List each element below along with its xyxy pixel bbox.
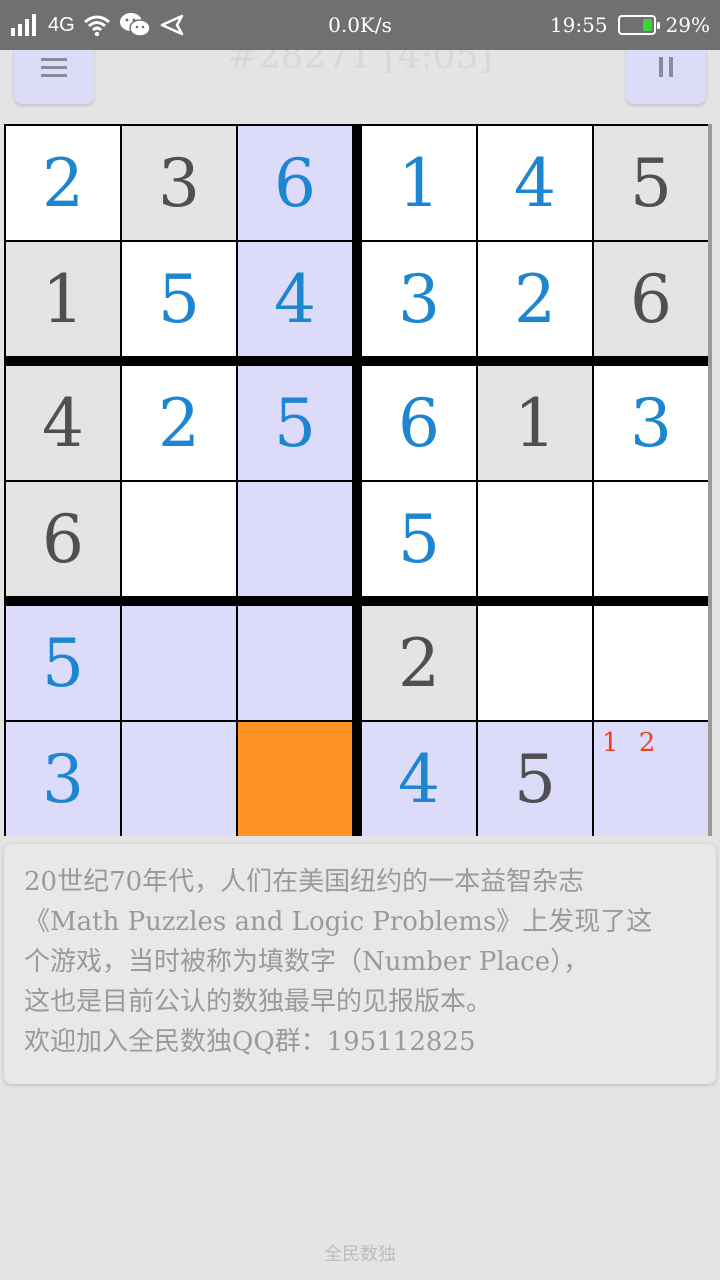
cell-value: 6 [630, 260, 672, 338]
grid-right-edge [708, 124, 712, 836]
info-line-5: 欢迎加入全民数独QQ群：195112825 [24, 1027, 476, 1057]
sudoku-cell-r6c6[interactable]: 1 2 [594, 722, 708, 836]
cell-value: 1 [398, 144, 440, 222]
pause-icon [659, 57, 673, 77]
sudoku-cell-r1c4[interactable]: 1 [362, 126, 476, 240]
cell-value: 6 [42, 500, 84, 578]
sudoku-cell-r5c2[interactable] [122, 606, 236, 720]
sudoku-cell-r3c2[interactable]: 2 [122, 366, 236, 480]
sudoku-cell-r2c4[interactable]: 3 [362, 242, 476, 356]
sudoku-cell-r4c1[interactable]: 6 [6, 482, 120, 596]
cell-value: 1 [42, 260, 84, 338]
info-panel: 20世纪70年代，人们在美国纽约的一本益智杂志 《Math Puzzles an… [4, 844, 716, 1084]
sudoku-cell-r6c3[interactable] [238, 722, 352, 836]
sudoku-cell-r5c5[interactable] [478, 606, 592, 720]
cell-value: 3 [398, 260, 440, 338]
sudoku-cell-r1c3[interactable]: 6 [238, 126, 352, 240]
sudoku-cell-r6c1[interactable]: 3 [6, 722, 120, 836]
cell-value: 1 [514, 384, 556, 462]
cell-value: 3 [42, 740, 84, 818]
sudoku-cell-r2c1[interactable]: 1 [6, 242, 120, 356]
info-line-3: 个游戏，当时被称为填数字（Number Place）， [24, 947, 590, 977]
status-bar: 4G 0.0K/s 19:55 29% [0, 0, 720, 50]
sudoku-cell-r2c5[interactable]: 2 [478, 242, 592, 356]
battery-icon [617, 15, 660, 35]
cell-value: 3 [630, 384, 672, 462]
cell-value: 6 [398, 384, 440, 462]
sudoku-cell-r3c1[interactable]: 4 [6, 366, 120, 480]
battery-percent: 29% [665, 13, 710, 37]
sudoku-cell-r6c2[interactable] [122, 722, 236, 836]
cell-value: 6 [274, 144, 316, 222]
cell-value: 5 [274, 384, 316, 462]
cell-value: 5 [630, 144, 672, 222]
cell-value: 4 [42, 384, 84, 462]
info-line-2: 《Math Puzzles and Logic Problems》上发现了这 [24, 907, 653, 937]
status-right: 19:55 29% [550, 0, 710, 50]
sudoku-cell-r2c2[interactable]: 5 [122, 242, 236, 356]
info-line-4: 这也是目前公认的数独最早的见报版本。 [24, 987, 493, 1017]
clock: 19:55 [549, 13, 608, 37]
cell-value: 4 [398, 740, 440, 818]
cell-value: 5 [158, 260, 200, 338]
cell-value: 2 [398, 624, 440, 702]
cell-value: 4 [514, 144, 556, 222]
sudoku-cell-r3c3[interactable]: 5 [238, 366, 352, 480]
sudoku-cell-r5c1[interactable]: 5 [6, 606, 120, 720]
sudoku-cell-r2c6[interactable]: 6 [594, 242, 708, 356]
sudoku-cell-r4c3[interactable] [238, 482, 352, 596]
cell-value: 5 [514, 740, 556, 818]
app-name-footer: 全民数独 [324, 1244, 396, 1265]
sudoku-cell-r4c6[interactable] [594, 482, 708, 596]
cell-value: 5 [42, 624, 84, 702]
sudoku-cell-r2c3[interactable]: 4 [238, 242, 352, 356]
sudoku-cell-r6c5[interactable]: 5 [478, 722, 592, 836]
sudoku-cell-r5c6[interactable] [594, 606, 708, 720]
cell-value: 2 [514, 260, 556, 338]
sudoku-cell-r1c2[interactable]: 3 [122, 126, 236, 240]
sudoku-cell-r1c5[interactable]: 4 [478, 126, 592, 240]
sudoku-cell-r5c3[interactable] [238, 606, 352, 720]
cell-pencil-notes: 1 2 [602, 728, 662, 758]
cell-value: 2 [158, 384, 200, 462]
sudoku-cell-r4c2[interactable] [122, 482, 236, 596]
sudoku-cell-r3c4[interactable]: 6 [362, 366, 476, 480]
sudoku-cell-r3c5[interactable]: 1 [478, 366, 592, 480]
sudoku-cell-r3c6[interactable]: 3 [594, 366, 708, 480]
sudoku-cell-r1c1[interactable]: 2 [6, 126, 120, 240]
info-line-1: 20世纪70年代，人们在美国纽约的一本益智杂志 [24, 867, 585, 897]
sudoku-cell-r6c4[interactable]: 4 [362, 722, 476, 836]
sudoku-cell-r5c4[interactable]: 2 [362, 606, 476, 720]
cell-value: 2 [42, 144, 84, 222]
cell-value: 5 [398, 500, 440, 578]
sudoku-cell-r1c6[interactable]: 5 [594, 126, 708, 240]
cell-value: 3 [158, 144, 200, 222]
cell-value: 4 [274, 260, 316, 338]
sudoku-board: 23614515432642561365523451 2 [4, 124, 712, 836]
sudoku-cell-r4c4[interactable]: 5 [362, 482, 476, 596]
sudoku-cell-r4c5[interactable] [478, 482, 592, 596]
